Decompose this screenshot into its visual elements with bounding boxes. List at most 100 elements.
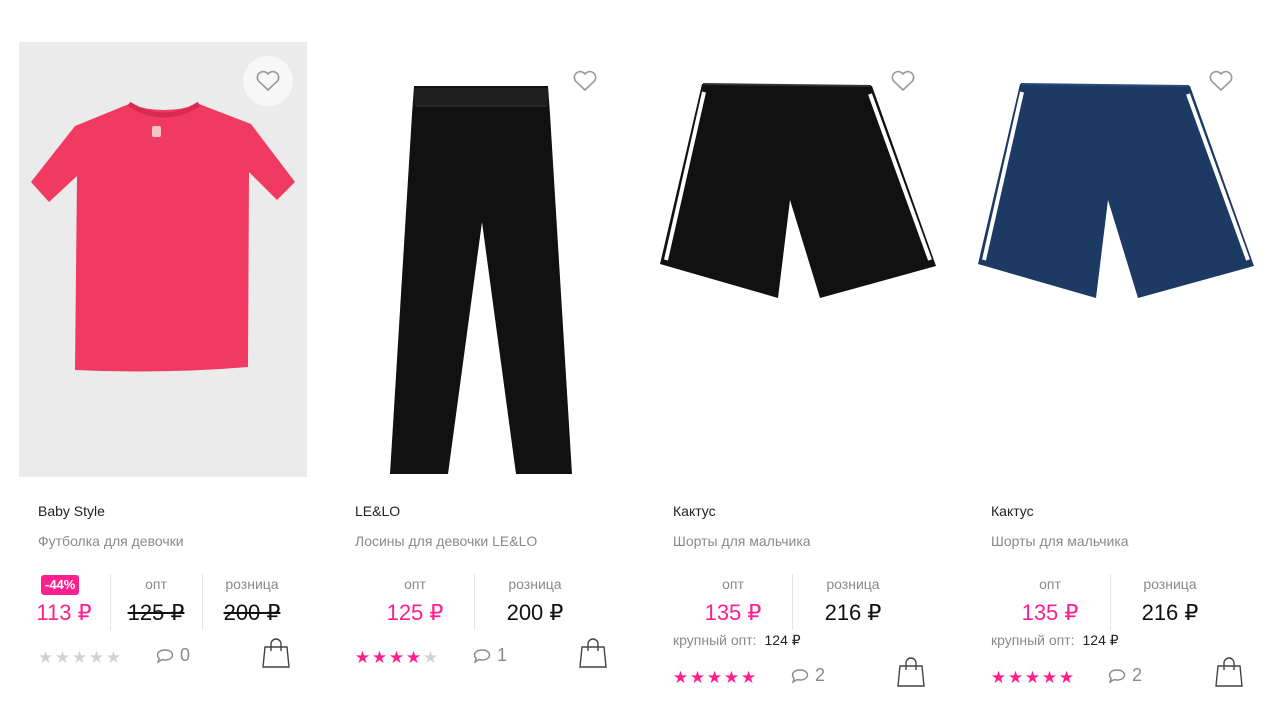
star-icon: ★ xyxy=(354,648,371,667)
price-opt-label: опт xyxy=(722,576,744,592)
comments-count[interactable]: 2 xyxy=(791,665,825,686)
price-retail-value: 216 ₽ xyxy=(1141,600,1199,625)
price-opt-value: 135 ₽ xyxy=(1021,600,1079,625)
star-icon: ★ xyxy=(88,648,105,667)
price-retail-label: розница xyxy=(508,576,562,592)
comment-icon xyxy=(156,648,174,664)
comments-count[interactable]: 1 xyxy=(473,645,507,666)
heart-icon xyxy=(573,70,597,92)
brand-name[interactable]: Baby Style xyxy=(38,503,105,519)
bulk-price-value: 124 ₽ xyxy=(1082,632,1119,648)
add-to-cart-button[interactable] xyxy=(896,656,926,693)
bulk-price-label: крупный опт: xyxy=(673,632,757,648)
add-to-cart-button[interactable] xyxy=(261,637,291,674)
rating-stars: ★ ★ ★ ★ ★ xyxy=(354,648,439,668)
brand-name[interactable]: Кактус xyxy=(991,503,1034,519)
star-icon: ★ xyxy=(689,668,706,687)
price-current: 113 ₽ xyxy=(29,574,99,628)
star-icon: ★ xyxy=(1024,668,1041,687)
star-icon: ★ xyxy=(990,668,1007,687)
star-icon: ★ xyxy=(405,648,422,667)
price-opt-value: 135 ₽ xyxy=(704,600,762,625)
star-icon: ★ xyxy=(422,648,439,667)
price-retail-label: розница xyxy=(826,576,880,592)
price-divider xyxy=(792,574,793,630)
heart-icon xyxy=(891,70,915,92)
price-opt: опт 135 ₽ xyxy=(1011,574,1089,628)
add-to-cart-button[interactable] xyxy=(578,637,608,674)
add-to-cart-button[interactable] xyxy=(1214,656,1244,693)
product-title[interactable]: Лосины для девочки LE&LO xyxy=(355,533,537,549)
product-image[interactable] xyxy=(972,42,1260,477)
star-icon: ★ xyxy=(371,648,388,667)
price-opt-label: опт xyxy=(145,576,167,592)
heart-icon xyxy=(1209,70,1233,92)
star-icon: ★ xyxy=(37,648,54,667)
shopping-bag-icon xyxy=(579,638,607,668)
price-opt: опт 125 ₽ xyxy=(117,574,195,628)
navy-shorts-image xyxy=(978,83,1254,298)
price-opt: опт 125 ₽ xyxy=(376,574,454,628)
star-icon: ★ xyxy=(54,648,71,667)
star-icon: ★ xyxy=(723,668,740,687)
comment-icon xyxy=(473,648,491,664)
product-card[interactable]: Кактус Шорты для мальчика опт 135 ₽ розн… xyxy=(654,42,942,702)
price-divider xyxy=(474,574,475,630)
price-opt-label: опт xyxy=(1039,576,1061,592)
comments-number: 0 xyxy=(180,645,191,665)
bulk-price: крупный опт: 124 ₽ xyxy=(673,632,801,649)
favorite-button[interactable] xyxy=(1196,56,1246,106)
star-icon: ★ xyxy=(1007,668,1024,687)
favorite-button[interactable] xyxy=(560,56,610,106)
comment-icon xyxy=(1108,668,1126,684)
shopping-bag-icon xyxy=(897,657,925,687)
price-retail-value: 200 ₽ xyxy=(223,600,281,625)
product-title[interactable]: Шорты для мальчика xyxy=(673,533,811,549)
star-icon: ★ xyxy=(105,648,122,667)
product-image[interactable] xyxy=(654,42,942,477)
comment-icon xyxy=(791,668,809,684)
favorite-button[interactable] xyxy=(878,56,928,106)
product-image[interactable] xyxy=(19,42,307,477)
product-image[interactable] xyxy=(336,42,624,477)
brand-name[interactable]: Кактус xyxy=(673,503,716,519)
price-retail: розница 200 ₽ xyxy=(492,574,578,628)
rating-stars: ★ ★ ★ ★ ★ xyxy=(672,668,757,688)
price-opt-value: 125 ₽ xyxy=(386,600,444,625)
price-divider xyxy=(1110,574,1111,630)
shopping-bag-icon xyxy=(1215,657,1243,687)
star-icon: ★ xyxy=(672,668,689,687)
product-card[interactable]: Кактус Шорты для мальчика опт 135 ₽ розн… xyxy=(972,42,1260,702)
product-title[interactable]: Футболка для девочки xyxy=(38,533,184,549)
product-card[interactable]: Baby Style Футболка для девочки -44% 113… xyxy=(19,42,307,702)
brand-name[interactable]: LE&LO xyxy=(355,503,400,519)
heart-icon xyxy=(256,70,280,92)
price-retail-value: 216 ₽ xyxy=(824,600,882,625)
bulk-price-value: 124 ₽ xyxy=(764,632,801,648)
star-icon: ★ xyxy=(1041,668,1058,687)
price-divider xyxy=(202,574,203,630)
bulk-price-label: крупный опт: xyxy=(991,632,1075,648)
price-opt-label: опт xyxy=(404,576,426,592)
price-divider xyxy=(110,574,111,630)
product-title[interactable]: Шорты для мальчика xyxy=(991,533,1129,549)
star-icon: ★ xyxy=(706,668,723,687)
price-retail: розница 216 ₽ xyxy=(1127,574,1213,628)
comments-number: 2 xyxy=(815,665,826,685)
bulk-price: крупный опт: 124 ₽ xyxy=(991,632,1119,649)
favorite-button[interactable] xyxy=(243,56,293,106)
price-retail-value: 200 ₽ xyxy=(506,600,564,625)
price-opt-value: 125 ₽ xyxy=(127,600,185,625)
comments-count[interactable]: 2 xyxy=(1108,665,1142,686)
price-retail-label: розница xyxy=(225,576,279,592)
comments-count[interactable]: 0 xyxy=(156,645,190,666)
black-shorts-image xyxy=(660,83,936,298)
rating-stars: ★ ★ ★ ★ ★ xyxy=(990,668,1075,688)
pink-tshirt-image xyxy=(31,101,295,372)
price-retail: розница 200 ₽ xyxy=(209,574,295,628)
rating-stars: ★ ★ ★ ★ ★ xyxy=(37,648,122,668)
price-retail-label: розница xyxy=(1143,576,1197,592)
star-icon: ★ xyxy=(388,648,405,667)
comments-number: 1 xyxy=(497,645,508,665)
product-card[interactable]: LE&LO Лосины для девочки LE&LO опт 125 ₽… xyxy=(336,42,624,702)
